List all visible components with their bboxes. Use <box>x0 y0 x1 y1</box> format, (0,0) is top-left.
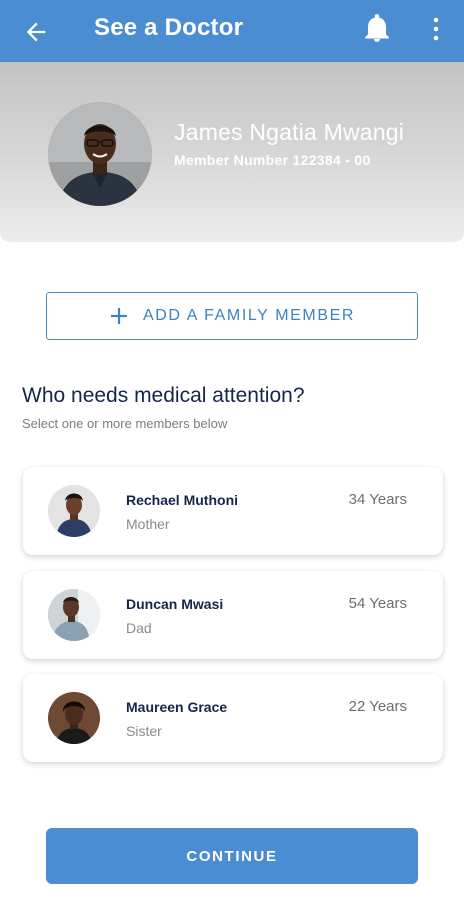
profile-header: James Ngatia Mwangi Member Number 122384… <box>0 62 464 242</box>
plus-icon <box>110 308 127 324</box>
member-name: Rechael Muthoni <box>126 492 239 508</box>
member-name: Duncan Mwasi <box>126 596 224 612</box>
member-relation: Dad <box>126 620 152 636</box>
arrow-left-icon[interactable] <box>22 18 50 46</box>
continue-button[interactable]: CONTINUE <box>46 828 418 884</box>
more-vertical-icon[interactable] <box>426 16 446 42</box>
member-card[interactable]: Rechael Muthoni Mother 34 Years <box>23 467 443 555</box>
member-name: Maureen Grace <box>126 699 228 715</box>
app-bar: See a Doctor <box>0 0 464 62</box>
section-title: Who needs medical attention? <box>22 384 305 407</box>
member-number: Member Number 122384 - 00 <box>174 152 371 168</box>
user-photo-icon <box>48 102 152 206</box>
avatar <box>48 589 100 641</box>
page-title: See a Doctor <box>94 14 244 41</box>
continue-label: CONTINUE <box>186 847 278 865</box>
avatar <box>48 485 100 537</box>
member-age: 54 Years <box>348 595 407 612</box>
member-age: 22 Years <box>348 698 407 715</box>
add-family-member-button[interactable]: ADD A FAMILY MEMBER <box>46 292 418 340</box>
avatar <box>48 692 100 744</box>
section-hint: Select one or more members below <box>22 416 228 431</box>
bell-icon[interactable] <box>364 14 390 44</box>
member-age: 34 Years <box>348 491 407 508</box>
member-photo-icon <box>48 589 100 641</box>
member-photo-icon <box>48 485 100 537</box>
member-relation: Mother <box>126 516 170 532</box>
avatar <box>48 102 152 206</box>
member-card[interactable]: Maureen Grace Sister 22 Years <box>23 674 443 762</box>
member-photo-icon <box>48 692 100 744</box>
member-relation: Sister <box>126 723 162 739</box>
profile-name: James Ngatia Mwangi <box>174 119 405 145</box>
member-card[interactable]: Duncan Mwasi Dad 54 Years <box>23 571 443 659</box>
add-family-member-label: ADD A FAMILY MEMBER <box>142 307 356 324</box>
